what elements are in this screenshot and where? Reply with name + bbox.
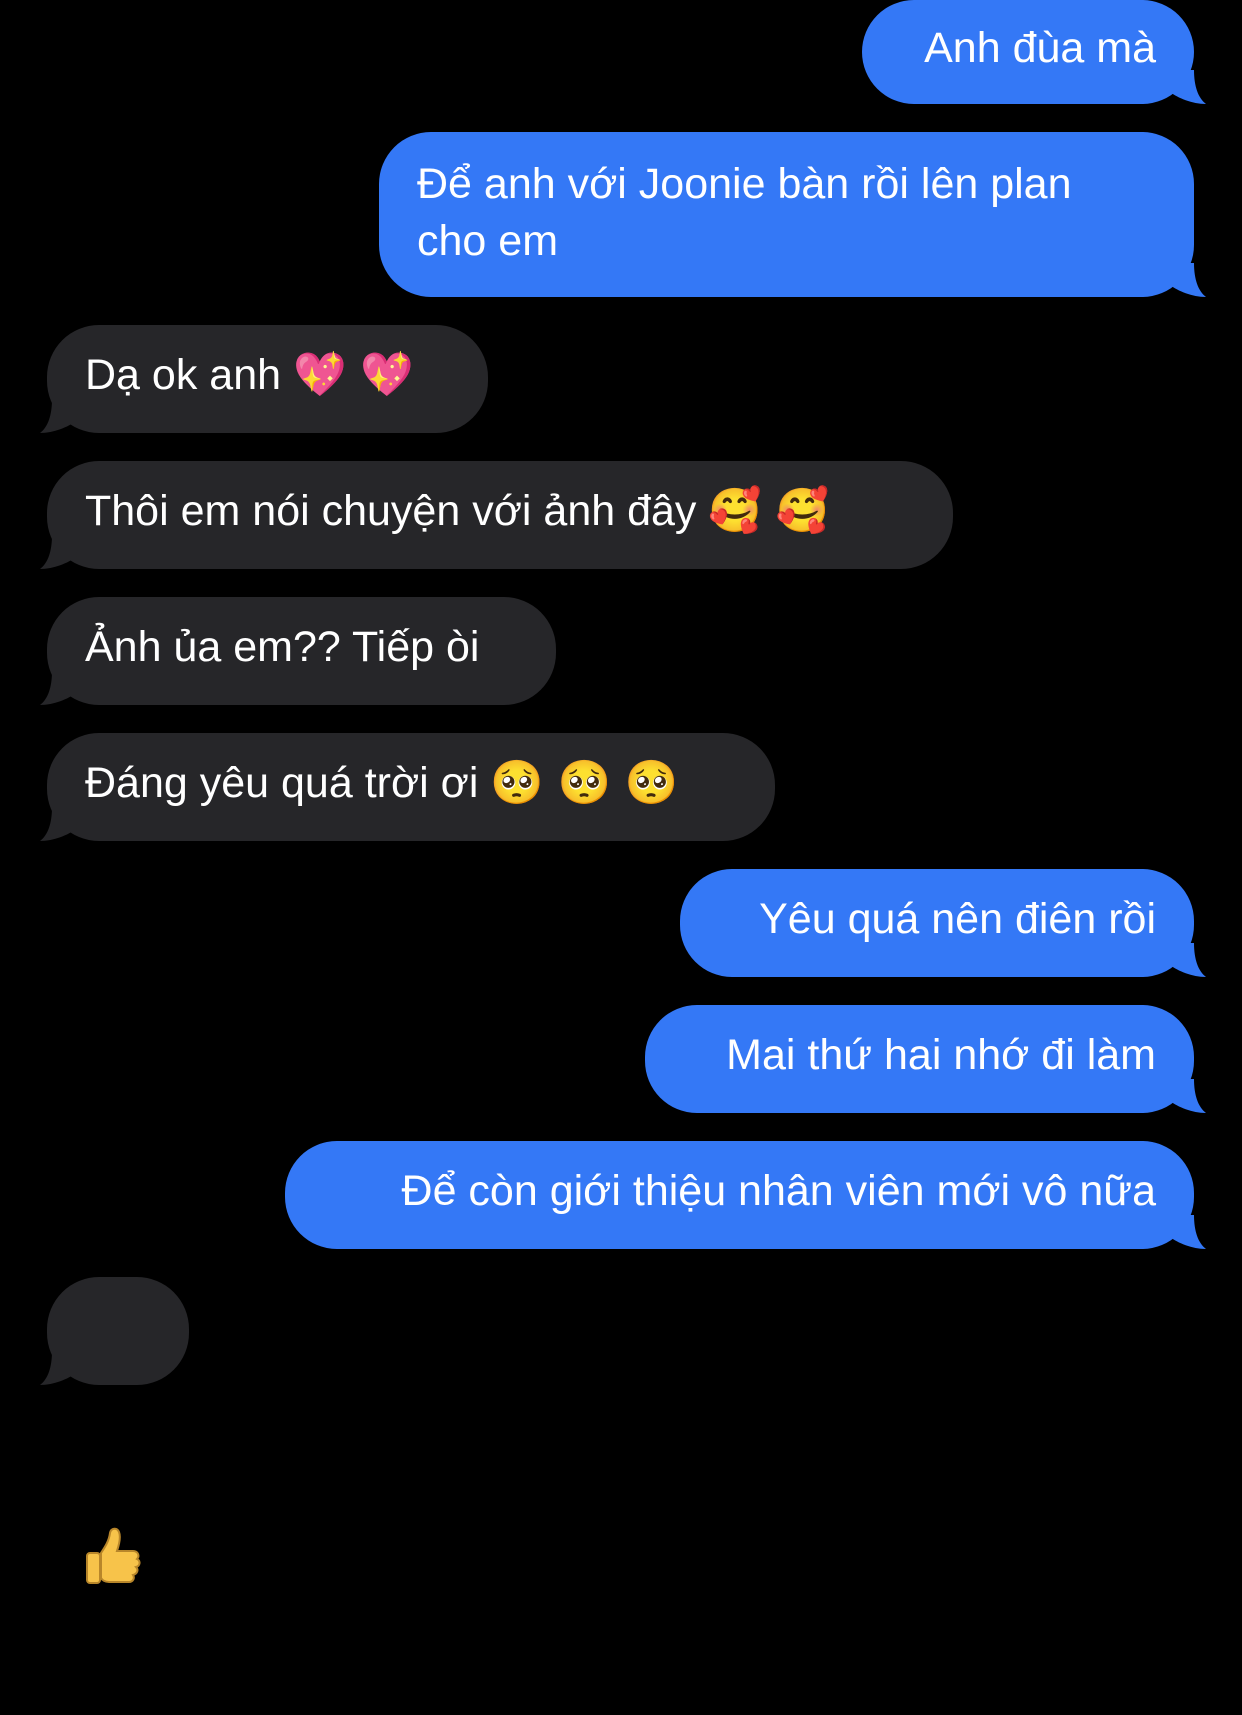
message-text: Mai thứ hai nhớ đi làm (726, 1031, 1156, 1079)
message-text: Ảnh ủa em?? Tiếp òi (85, 623, 480, 671)
thumbs-up-icon (83, 1411, 143, 1584)
pleading-face-icon: 🥺 🥺 🥺 (490, 758, 679, 808)
message-text: Anh đùa mà (924, 24, 1156, 72)
received-bubble-tail (40, 399, 80, 433)
message-text: Dạ ok anh (85, 351, 282, 399)
sent-bubble-tail (1166, 1079, 1206, 1113)
message-text: Thôi em nói chuyện với ảnh đây (85, 487, 697, 535)
sent-bubble-tail (1166, 1215, 1206, 1249)
message-text: Đáng yêu quá trời ơi (85, 759, 479, 807)
sent-message[interactable]: Để anh với Joonie bàn rồi lên plan cho e… (379, 132, 1194, 297)
sent-message[interactable]: Anh đùa mà (862, 0, 1194, 104)
received-bubble-tail (40, 535, 80, 569)
received-message[interactable]: Thôi em nói chuyện với ảnh đây 🥰 🥰 (47, 461, 953, 569)
received-bubble-tail (40, 1351, 80, 1385)
smiling-face-with-hearts-icon: 🥰 🥰 (708, 486, 830, 536)
sent-message[interactable]: Để còn giới thiệu nhân viên mới vô nữa (285, 1141, 1194, 1249)
message-text: Để anh với Joonie bàn rồi lên plan cho e… (417, 160, 1072, 265)
sent-message[interactable]: Yêu quá nên điên rồi (680, 869, 1194, 977)
received-message[interactable]: Đáng yêu quá trời ơi 🥺 🥺 🥺 (47, 733, 775, 841)
message-text: Để còn giới thiệu nhân viên mới vô nữa (401, 1167, 1156, 1215)
sent-bubble-tail (1166, 943, 1206, 977)
message-thread: Anh đùa mà Để anh với Joonie bàn rồi lên… (0, 0, 1242, 1584)
received-bubble-tail (40, 807, 80, 841)
received-message[interactable]: Dạ ok anh 💖 💖 (47, 325, 488, 433)
message-text: Yêu quá nên điên rồi (759, 895, 1156, 943)
sent-bubble-tail (1166, 70, 1206, 104)
sent-message[interactable]: Mai thứ hai nhớ đi làm (645, 1005, 1194, 1113)
received-message[interactable]: Ảnh ủa em?? Tiếp òi (47, 597, 556, 705)
received-bubble-tail (40, 671, 80, 705)
sparkling-heart-icon: 💖 💖 (292, 350, 414, 400)
sent-bubble-tail (1166, 263, 1206, 297)
